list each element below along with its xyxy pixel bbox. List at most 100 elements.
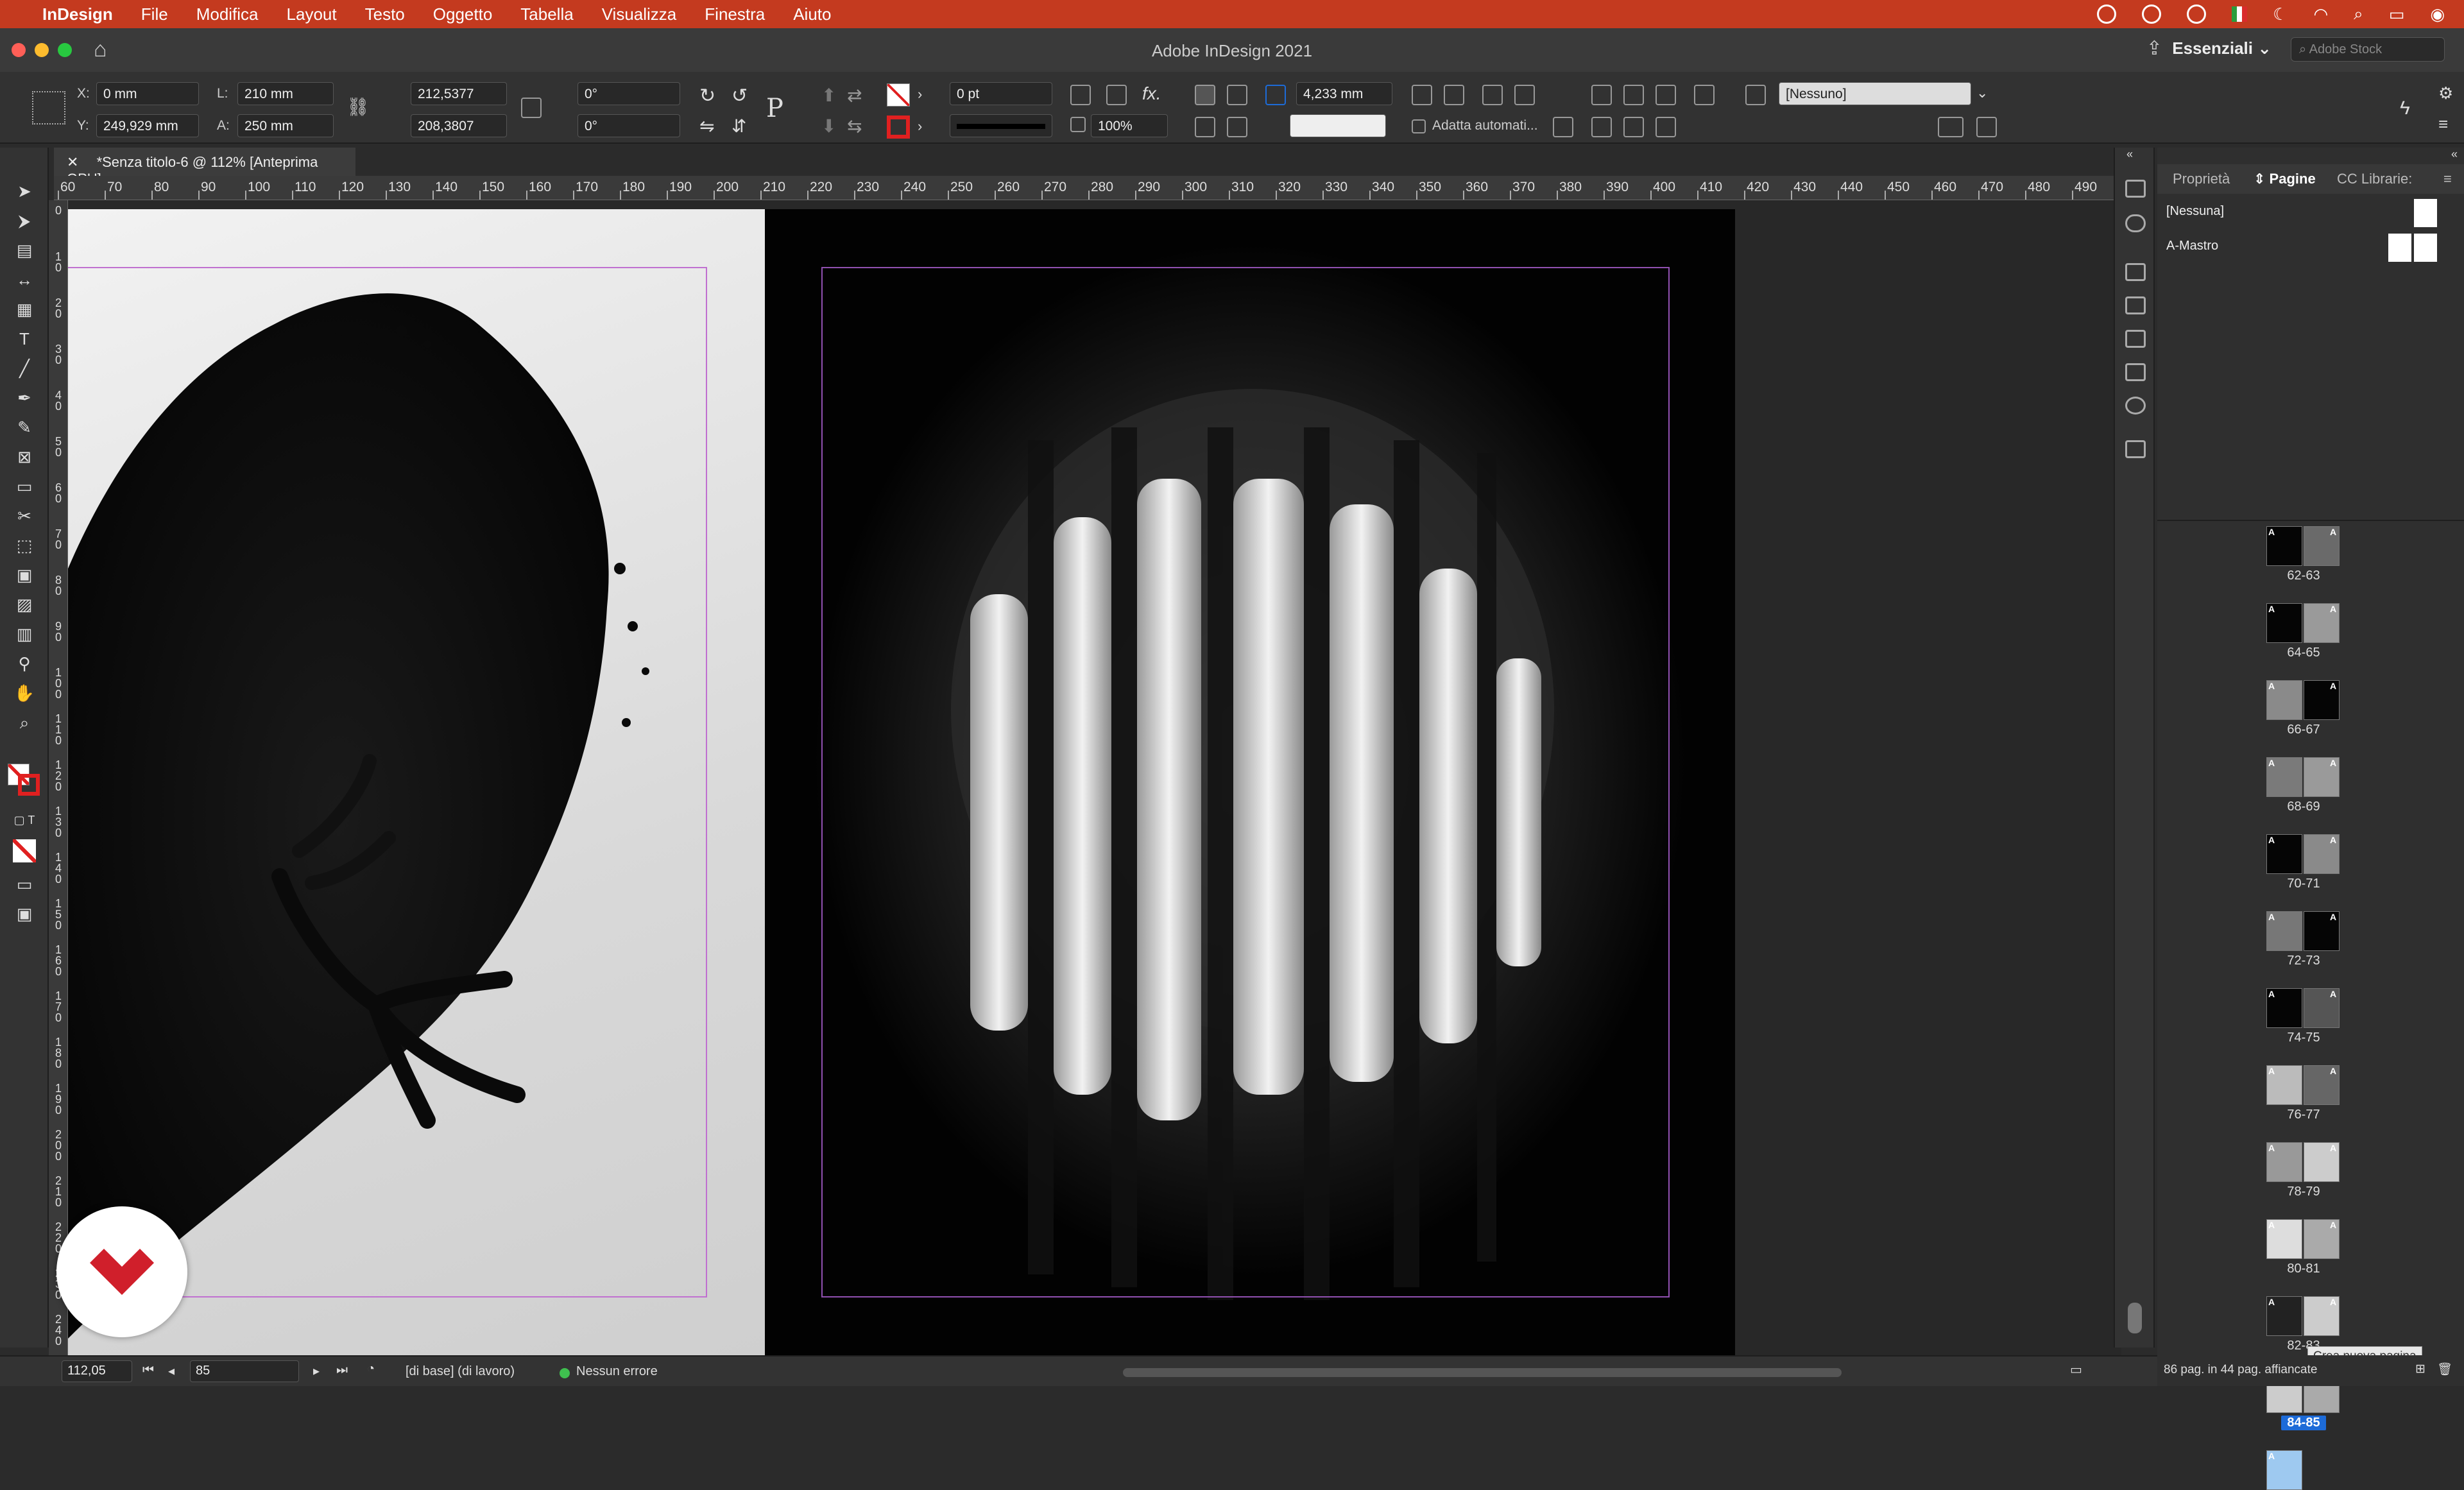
spread-label[interactable]: 66-67 bbox=[2254, 723, 2354, 737]
x-position-field[interactable]: 0 mm bbox=[96, 82, 199, 105]
stroke-weight-field[interactable]: 0 pt bbox=[950, 82, 1052, 105]
spread-label[interactable]: 72-73 bbox=[2254, 954, 2354, 968]
dropbox-icon[interactable] bbox=[2187, 4, 2207, 24]
align-text-icon[interactable] bbox=[1195, 85, 1215, 105]
spread-label[interactable]: 80-81 bbox=[2254, 1262, 2354, 1276]
menu-file[interactable]: File bbox=[141, 4, 168, 24]
lightning-icon[interactable]: ϟ bbox=[2400, 98, 2410, 119]
page-thumbnail[interactable]: A bbox=[2304, 680, 2340, 720]
spread-thumbnail[interactable]: AA bbox=[2266, 1219, 2341, 1259]
page-thumbnail[interactable]: A bbox=[2266, 1219, 2302, 1259]
gap-tool-icon[interactable]: ↔ bbox=[13, 268, 36, 291]
stroke-color-swatch[interactable] bbox=[18, 774, 40, 796]
delete-page-icon[interactable]: 🗑 bbox=[2437, 1362, 2452, 1377]
page-number-field[interactable]: 85 bbox=[190, 1360, 299, 1382]
align-panel-icon[interactable] bbox=[2125, 296, 2146, 314]
page-tool-icon[interactable]: ▤ bbox=[13, 239, 36, 262]
create-new-page-icon[interactable]: ⊞ bbox=[2415, 1362, 2426, 1376]
content-collector-icon[interactable]: ▦ bbox=[13, 298, 36, 321]
fitting-frame-icon[interactable] bbox=[1265, 85, 1286, 105]
object-style-icon[interactable] bbox=[1745, 85, 1766, 105]
align-vertical-centers-icon[interactable] bbox=[1623, 117, 1644, 137]
distribute-icon[interactable] bbox=[1694, 85, 1715, 105]
rectangle-frame-tool-icon[interactable]: ⊠ bbox=[13, 445, 36, 468]
note-tool-icon[interactable]: ▥ bbox=[13, 622, 36, 646]
spread-label[interactable]: 74-75 bbox=[2254, 1031, 2354, 1045]
next-page-icon[interactable]: ▸ bbox=[313, 1363, 320, 1379]
fit-window-icon[interactable]: ▭ bbox=[2070, 1362, 2082, 1378]
spread-thumbnail[interactable]: AA bbox=[2266, 911, 2341, 951]
hand-tool-icon[interactable]: ✋ bbox=[13, 681, 36, 705]
spread-label[interactable]: 70-71 bbox=[2254, 877, 2354, 891]
scale-width-field[interactable]: 212,5377 bbox=[411, 82, 507, 105]
page-thumbnail[interactable]: A bbox=[2304, 757, 2340, 797]
first-page-icon[interactable]: ⏮ bbox=[142, 1363, 154, 1378]
page-thumbnail[interactable]: A bbox=[2266, 526, 2302, 566]
gradient-feather-tool-icon[interactable]: ▨ bbox=[13, 593, 36, 616]
menu-finestra[interactable]: Finestra bbox=[705, 4, 765, 24]
eyedropper-tool-icon[interactable]: ⚲ bbox=[13, 652, 36, 675]
spread-thumbnail[interactable]: AA bbox=[2266, 757, 2341, 797]
page-thumbnail[interactable]: A bbox=[2266, 680, 2302, 720]
page-thumbnail[interactable]: A bbox=[2304, 988, 2340, 1028]
master-none-thumbnail[interactable] bbox=[2414, 199, 2437, 227]
align-horizontal-centers-icon[interactable] bbox=[1623, 85, 1644, 105]
control-menu-icon[interactable]: ≡ bbox=[2438, 114, 2448, 134]
menu-app-name[interactable]: InDesign bbox=[42, 4, 113, 24]
spread-label[interactable]: 68-69 bbox=[2254, 800, 2354, 814]
horizontal-ruler[interactable]: 60 70 80 90 100 110 120 130 140 150 160 170 180 190 20… bbox=[54, 176, 2120, 200]
object-style-chevron-icon[interactable]: ⌄ bbox=[1976, 85, 1988, 101]
align-right-edges-icon[interactable] bbox=[1656, 85, 1676, 105]
panel-options-icon[interactable] bbox=[1976, 117, 1997, 137]
page-thumbnail[interactable]: A bbox=[2266, 757, 2302, 797]
flip-vertical-icon[interactable]: ⇵ bbox=[732, 116, 746, 137]
stroke-panel-icon[interactable] bbox=[2125, 263, 2146, 281]
tab-cc-libraries[interactable]: CC Librarie: bbox=[2337, 171, 2412, 187]
menu-tabella[interactable]: Tabella bbox=[520, 4, 573, 24]
align-bottom-edges-icon[interactable] bbox=[1656, 117, 1676, 137]
links-icon[interactable] bbox=[2125, 214, 2146, 232]
master-a-left-thumbnail[interactable] bbox=[2388, 234, 2411, 262]
rotate-cw-icon[interactable]: ↻ bbox=[699, 85, 715, 107]
content-fit-icon[interactable] bbox=[1227, 117, 1247, 137]
select-content-icon[interactable]: ⬇ bbox=[821, 116, 836, 137]
reference-point-icon[interactable] bbox=[32, 91, 65, 124]
spread-label[interactable]: 62-63 bbox=[2254, 569, 2354, 583]
spread-thumbnail[interactable]: AA bbox=[2266, 988, 2341, 1028]
screen-mode-icon[interactable]: ▭ bbox=[13, 873, 36, 896]
fit-frame-to-content-icon[interactable] bbox=[1482, 85, 1503, 105]
preflight-mode[interactable]: [di base] (di lavoro) bbox=[406, 1364, 515, 1379]
fill-frame-proportionally-icon[interactable] bbox=[1444, 85, 1464, 105]
spotlight-search-icon[interactable]: ⌕ bbox=[2354, 4, 2363, 24]
page-84[interactable] bbox=[68, 209, 765, 1355]
page-thumbnail-86[interactable]: A bbox=[2266, 1450, 2302, 1490]
stroke-menu-chevron-icon[interactable]: › bbox=[918, 118, 922, 135]
align-top-edges-icon[interactable] bbox=[1591, 117, 1612, 137]
gradient-swatch-tool-icon[interactable]: ▣ bbox=[13, 563, 36, 587]
menu-layout[interactable]: Layout bbox=[287, 4, 337, 24]
menu-oggetto[interactable]: Oggetto bbox=[433, 4, 493, 24]
stroke-type-dropdown[interactable] bbox=[950, 114, 1052, 137]
spread-thumbnail[interactable]: AA bbox=[2266, 1296, 2341, 1336]
color-preview-field[interactable] bbox=[1290, 114, 1386, 137]
menu-modifica[interactable]: Modifica bbox=[196, 4, 259, 24]
paragraph-styles-icon[interactable] bbox=[2125, 363, 2146, 381]
share-icon[interactable]: ⇪ bbox=[2146, 37, 2162, 60]
opacity-field[interactable]: 100% bbox=[1091, 114, 1168, 137]
page-thumbnail[interactable]: A bbox=[2304, 526, 2340, 566]
document-tab[interactable]: ✕ *Senza titolo-6 @ 112% [Anteprima GPU] bbox=[54, 148, 355, 187]
stroke-swatch[interactable] bbox=[887, 116, 910, 139]
spread-thumbnail[interactable]: AA bbox=[2266, 1065, 2341, 1105]
vertical-ruler[interactable]: 0 1 0 2 0 3 0 4 0 5 0 6 0 7 0 8 0 9 0 1 0 0 1 1 0 1 … bbox=[49, 200, 68, 1355]
adobe-stock-search[interactable]: ⌕ Adobe Stock bbox=[2291, 37, 2445, 62]
swatches-icon[interactable] bbox=[2125, 440, 2146, 458]
master-a-right-thumbnail[interactable] bbox=[2414, 234, 2437, 262]
creative-cloud-icon[interactable] bbox=[2097, 4, 2117, 24]
page-thumbnail[interactable]: A bbox=[2304, 603, 2340, 643]
moon-icon[interactable]: ☾ bbox=[2273, 4, 2288, 24]
panel-menu-icon[interactable]: ≡ bbox=[2443, 171, 2452, 187]
constrain-proportions-icon[interactable]: ⛓ bbox=[346, 96, 370, 117]
page-thumbnail[interactable]: A bbox=[2304, 1296, 2340, 1336]
input-source-flag-icon[interactable] bbox=[2232, 6, 2248, 22]
settings-gear-icon[interactable]: ⚙ bbox=[2438, 83, 2453, 103]
